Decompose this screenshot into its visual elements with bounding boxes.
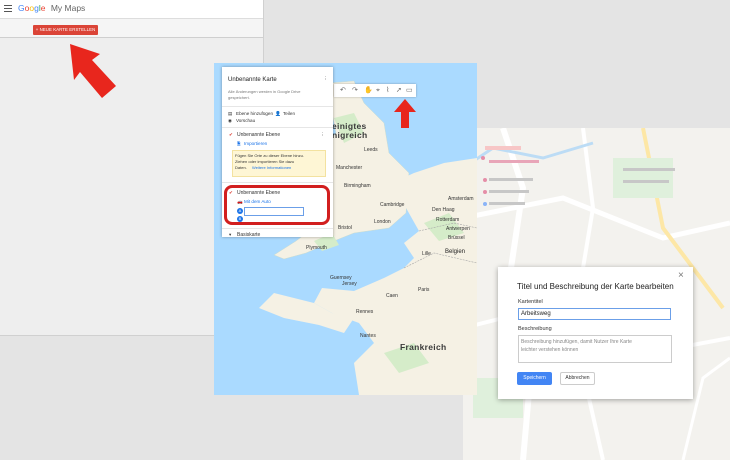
- close-icon[interactable]: ×: [678, 270, 684, 281]
- map-label-city: Lille: [422, 251, 431, 257]
- map-label-city: Birmingham: [344, 183, 371, 189]
- map-label-city: Cambridge: [380, 202, 405, 208]
- divider: [222, 106, 333, 107]
- description-label: Beschreibung: [518, 326, 552, 332]
- map-label-country: Belgien: [445, 249, 466, 255]
- new-map-button[interactable]: + NEUE KARTE ERSTELLEN: [33, 25, 98, 35]
- divider: [222, 182, 333, 183]
- map-label-city: Den Haag: [432, 207, 455, 213]
- title-label: Kartentitel: [518, 299, 543, 305]
- map-label-country: nigreich: [332, 130, 368, 140]
- route-icon[interactable]: ➚: [396, 86, 402, 95]
- dialog-title: Titel und Beschreibung der Karte bearbei…: [517, 282, 674, 291]
- map-label-city: Plymouth: [306, 245, 327, 251]
- add-layer-icon: ▤: [228, 111, 233, 116]
- preview-button[interactable]: Vorschau: [236, 118, 255, 124]
- share-button[interactable]: Teilen: [283, 111, 295, 117]
- title-input-value: Arbeitsweg: [521, 311, 551, 317]
- map-label-city: Rotterdam: [436, 217, 460, 223]
- pointer-arrow-annotation: [394, 99, 416, 128]
- map-label-city: Bristol: [338, 225, 352, 231]
- product-name: My Maps: [50, 3, 86, 13]
- draw-line-icon[interactable]: ⌇: [386, 86, 389, 95]
- redo-icon[interactable]: ↷: [352, 86, 358, 95]
- map-label-city: Jersey: [342, 281, 357, 287]
- map-toolbar: ↶ ↷ ✋ ⌖ ⌇ ➚ ▭: [334, 84, 416, 97]
- layer-title[interactable]: Unbenannte Ebene: [237, 132, 280, 138]
- ruler-icon[interactable]: ▭: [406, 86, 413, 95]
- highlight-annotation: [224, 185, 330, 225]
- description-placeholder: leichter verstehen können: [521, 347, 579, 353]
- preview-icon: ◉: [228, 118, 233, 123]
- pointer-arrow-annotation: [70, 44, 116, 98]
- map-label-city: Brüssel: [448, 235, 465, 241]
- description-placeholder: Beschreibung hinzufügen, damit Nutzer Ih…: [521, 339, 632, 345]
- cancel-button[interactable]: Abbrechen: [560, 372, 595, 385]
- map-label-city: Nantes: [360, 333, 376, 339]
- map-label-country: Frankreich: [400, 342, 447, 352]
- marker-icon[interactable]: ⌖: [376, 86, 380, 95]
- save-button[interactable]: Speichern: [517, 372, 552, 385]
- brand-logo: Google My Maps: [18, 3, 85, 14]
- map-label-city: London: [374, 219, 391, 225]
- hand-icon[interactable]: ✋: [364, 86, 373, 95]
- import-icon: 🗎: [237, 141, 241, 146]
- logo-letter: e: [40, 3, 46, 13]
- map-label-city: Paris: [418, 287, 430, 293]
- more-options-icon[interactable]: ⋮: [323, 76, 328, 82]
- add-layer-button[interactable]: Ebene hinzufügen: [236, 111, 273, 117]
- logo-letter: G: [18, 3, 25, 13]
- save-note: gespeichert.: [228, 95, 250, 100]
- import-link[interactable]: Importieren: [244, 141, 267, 147]
- basemap-selector[interactable]: Basiskarte: [237, 232, 260, 238]
- share-icon: 👤: [275, 111, 281, 116]
- info-text: Daten.: [235, 165, 247, 170]
- divider: [222, 228, 333, 229]
- map-label-city: Antwerpen: [446, 226, 470, 232]
- map-title[interactable]: Unbenannte Karte: [228, 77, 277, 83]
- menu-icon[interactable]: [4, 5, 12, 12]
- map-label-city: Amsterdam: [448, 196, 474, 202]
- learn-more-link[interactable]: Weitere Informationen: [252, 165, 291, 171]
- map-label-city: Manchester: [336, 165, 363, 171]
- layer-options-icon[interactable]: ⋮: [320, 132, 325, 138]
- checkbox-icon[interactable]: ✔: [229, 132, 233, 138]
- chevron-down-icon[interactable]: ▾: [229, 232, 231, 238]
- divider: [222, 127, 333, 128]
- map-label-city: Caen: [386, 293, 398, 299]
- undo-icon[interactable]: ↶: [340, 86, 346, 95]
- map-label-city: Rennes: [356, 309, 374, 315]
- map-label-city: Leeds: [364, 147, 378, 153]
